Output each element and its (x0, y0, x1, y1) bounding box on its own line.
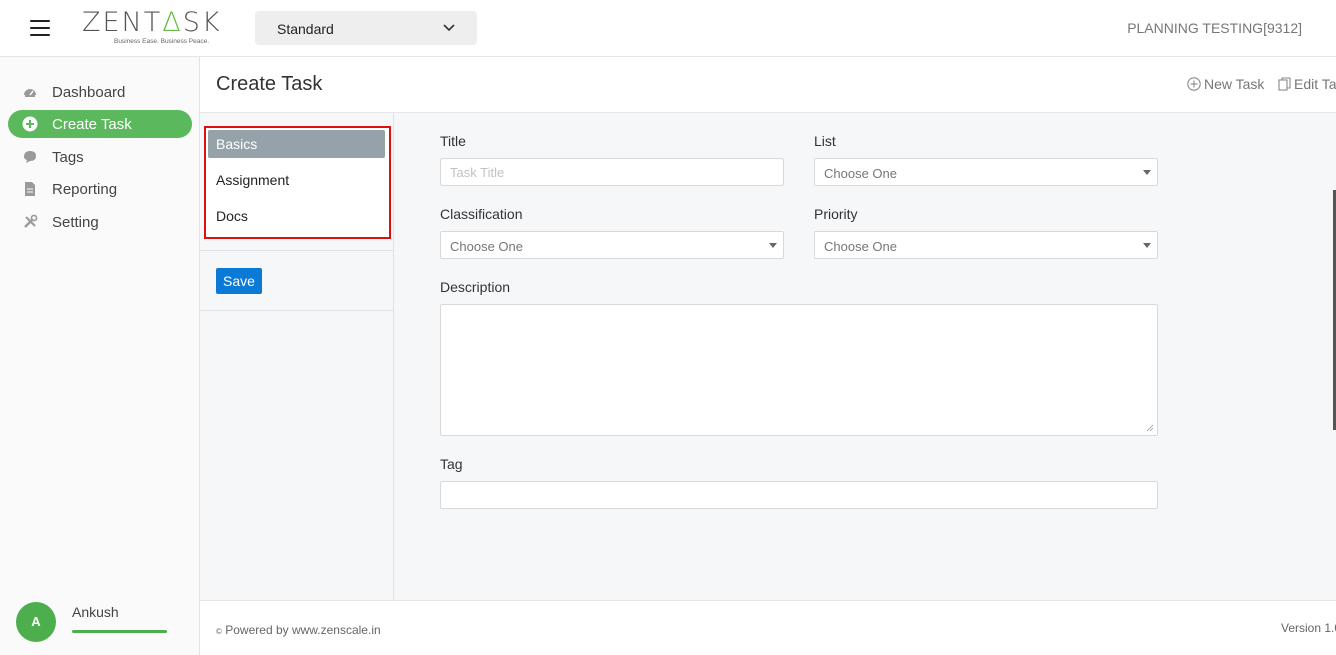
tenant-select[interactable]: Standard (255, 11, 477, 45)
description-textarea[interactable] (440, 304, 1158, 436)
avatar: A (16, 602, 56, 642)
tag-label: Tag (440, 456, 463, 472)
section-tabs-highlight: Basics Assignment Docs (204, 126, 391, 239)
tools-icon (24, 214, 38, 228)
title-label: Title (440, 133, 466, 149)
new-task-label: New Task (1204, 76, 1265, 92)
sidebar-item-dashboard[interactable]: Dashboard (8, 78, 192, 106)
caret-down-icon (1143, 170, 1151, 175)
sidebar-item-setting[interactable]: Setting (8, 208, 192, 236)
tab-label: Basics (216, 136, 258, 152)
plus-circle-icon (22, 116, 38, 132)
classification-select[interactable]: Choose One (440, 231, 784, 259)
title-input[interactable] (440, 158, 784, 186)
powered-by-text: © Powered by www.zenscale.in (216, 623, 381, 637)
tab-basics[interactable]: Basics (208, 130, 385, 158)
tab-assignment[interactable]: Assignment (208, 166, 385, 194)
sidebar: Dashboard Create Task Tags Reporting Set… (0, 57, 200, 655)
section-nav: Basics Assignment Docs Save (200, 113, 394, 600)
footer: © Powered by www.zenscale.in Version 1.0 (200, 600, 1336, 655)
dashboard-icon (24, 89, 36, 97)
content-area: Basics Assignment Docs Save Title List C… (200, 113, 1336, 600)
sidebar-item-label: Tags (52, 149, 84, 166)
tenant-select-value: Standard (277, 21, 334, 37)
user-status-bar (72, 630, 167, 633)
user-name: Ankush (72, 604, 119, 620)
tab-label: Docs (216, 208, 248, 224)
user-profile[interactable]: A Ankush (16, 600, 186, 644)
tag-input[interactable] (440, 481, 1158, 509)
logo-tagline: Business Ease. Business Peace. (114, 38, 210, 45)
sidebar-item-label: Create Task (52, 116, 132, 133)
priority-select-value: Choose One (824, 239, 897, 254)
new-task-button[interactable]: New Task (1187, 76, 1264, 92)
tag-icon (24, 151, 36, 163)
description-label: Description (440, 279, 511, 295)
plus-circle-icon (1187, 77, 1201, 91)
menu-icon[interactable] (30, 20, 50, 36)
save-button[interactable]: Save (216, 268, 262, 294)
sidebar-item-tags[interactable]: Tags (8, 143, 192, 171)
priority-select[interactable]: Choose One (814, 231, 1158, 259)
sidebar-item-label: Dashboard (52, 84, 126, 101)
copyright-icon: © (216, 627, 222, 636)
edit-task-button[interactable]: Edit Ta (1278, 76, 1336, 92)
list-select-value: Choose One (824, 166, 897, 181)
company-label: PLANNING TESTING[9312] (1127, 20, 1302, 36)
tab-docs[interactable]: Docs (208, 202, 385, 230)
sidebar-item-label: Reporting (52, 181, 118, 198)
classification-label: Classification (440, 206, 523, 222)
edit-task-label: Edit Ta (1294, 76, 1336, 92)
logo-wordmark: ZENTΔSK (82, 7, 222, 38)
sidebar-item-reporting[interactable]: Reporting (8, 175, 192, 203)
copy-icon (1278, 77, 1291, 91)
page-header: Create Task New Task Edit Ta (200, 57, 1336, 113)
page-title: Create Task (216, 73, 323, 95)
divider (200, 250, 394, 251)
caret-down-icon (769, 243, 777, 248)
classification-select-value: Choose One (450, 239, 523, 254)
sidebar-item-label: Setting (52, 214, 99, 231)
sidebar-item-create-task[interactable]: Create Task (8, 110, 192, 138)
divider (200, 310, 394, 311)
report-icon (25, 182, 35, 196)
chevron-down-icon (443, 24, 455, 32)
tab-label: Assignment (216, 172, 290, 188)
caret-down-icon (1143, 243, 1151, 248)
list-label: List (814, 133, 836, 149)
list-select[interactable]: Choose One (814, 158, 1158, 186)
priority-label: Priority (814, 206, 858, 222)
resize-grip-icon[interactable] (1146, 424, 1154, 432)
version-text: Version 1.0 (1281, 621, 1336, 635)
powered-by-label: Powered by www.zenscale.in (225, 623, 381, 637)
top-bar: ZENTΔSK Business Ease. Business Peace. S… (0, 0, 1336, 57)
app-logo[interactable]: ZENTΔSK Business Ease. Business Peace. (82, 9, 227, 49)
